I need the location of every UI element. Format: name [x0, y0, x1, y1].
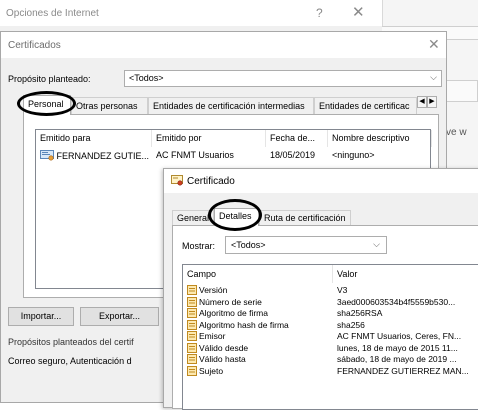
internet-options-title: Opciones de Internet [6, 8, 99, 19]
list-item[interactable]: Válido hasta sábado, 18 de mayo de 2019 .… [183, 354, 478, 365]
cell-friendly-name: <ninguno> [332, 150, 375, 160]
field-name: Algoritmo de firma [199, 308, 268, 318]
list-item[interactable]: Algoritmo de firma sha256RSA [183, 308, 478, 319]
certificate-title: Certificado [187, 176, 235, 187]
field-name: Algoritmo hash de firma [199, 319, 289, 330]
cell-issued-to: FERNANDEZ GUTIE... [56, 151, 150, 161]
chevron-down-icon: ⌵ [430, 72, 437, 82]
show-select[interactable]: <Todos> ⌵ [225, 236, 387, 254]
cell-date: 18/05/2019 [270, 150, 316, 160]
tab-general[interactable]: General [172, 210, 214, 225]
list-item[interactable]: Algoritmo hash de firma sha256 [183, 319, 478, 331]
column-header-friendly-name[interactable]: Nombre descriptivo [328, 130, 432, 147]
tab-personal[interactable]: Personal [23, 95, 71, 115]
cell-issued-by: AC FNMT Usuarios [156, 150, 234, 160]
field-value: FERNANDEZ GUTIERREZ MAN... [337, 365, 469, 376]
column-header-issued-to[interactable]: Emitido para [36, 130, 152, 147]
list-item[interactable]: Versión V3 [183, 285, 478, 296]
field-value: lunes, 18 de mayo de 2015 11... [337, 342, 458, 353]
field-icon [187, 342, 197, 353]
export-button[interactable]: Exportar... [80, 307, 159, 326]
column-header-field[interactable]: Campo [183, 265, 333, 283]
field-icon [187, 365, 197, 376]
tab-certification-path[interactable]: Ruta de certificación [259, 210, 351, 225]
field-name: Versión [199, 285, 228, 295]
tab-scroll-right-icon[interactable]: ▶ [427, 96, 437, 108]
field-icon [187, 354, 197, 364]
field-icon [187, 331, 197, 341]
purpose-select[interactable]: <Todos> ⌵ [124, 70, 442, 87]
internet-options-text-fragment: ve w [446, 127, 467, 138]
details-tab-panel: Mostrar: <Todos> ⌵ Campo Valor Versión V3… [172, 225, 478, 410]
field-value: sha256 [337, 319, 365, 330]
tab-root-authorities[interactable]: Entidades de certificac [314, 97, 417, 114]
field-icon [187, 319, 197, 330]
purposes-label: Propósitos planteados del certif [8, 337, 134, 347]
field-name: Válido desde [199, 342, 249, 353]
field-name: Sujeto [199, 365, 224, 376]
close-icon[interactable]: ✕ [352, 3, 365, 21]
tab-scroll-left-icon[interactable]: ◀ [417, 96, 427, 108]
certificates-titlebar [1, 32, 446, 58]
field-name: Válido hasta [199, 354, 246, 364]
list-item[interactable]: Sujeto FERNANDEZ GUTIERREZ MAN... [183, 365, 478, 377]
table-row[interactable]: FERNANDEZ GUTIE... [40, 150, 152, 161]
list-item[interactable]: Válido desde lunes, 18 de mayo de 2015 11… [183, 342, 478, 354]
close-icon[interactable]: ✕ [428, 36, 440, 53]
field-icon [187, 308, 197, 318]
details-list[interactable]: Campo Valor Versión V3 Número de serie 3aed… [182, 264, 478, 410]
field-value: sha256RSA [337, 308, 383, 318]
column-header-issued-by[interactable]: Emitido por [152, 130, 266, 147]
import-button[interactable]: Importar... [8, 307, 74, 326]
field-name: Emisor [199, 331, 226, 341]
field-value: V3 [337, 285, 348, 295]
field-icon [187, 296, 197, 307]
chevron-down-icon: ⌵ [373, 239, 380, 249]
list-item[interactable]: Número de serie 3aed000603534b4f5559b530.… [183, 296, 478, 308]
show-label: Mostrar: [182, 241, 216, 251]
certificate-dialog: Certificado General Detalles Ruta de cer… [163, 168, 478, 410]
field-icon [187, 285, 197, 295]
field-name: Número de serie [199, 296, 262, 307]
tab-details[interactable]: Detalles [214, 208, 259, 226]
purpose-label: Propósito planteado: [8, 74, 91, 84]
certificate-icon [40, 150, 54, 161]
field-value: sábado, 18 de mayo de 2019 ... [337, 354, 457, 364]
certificate-icon [171, 175, 183, 186]
field-value: 3aed000603534b4f5559b530... [337, 296, 456, 307]
purposes-value: Correo seguro, Autenticación d [8, 356, 132, 366]
list-item[interactable]: Emisor AC FNMT Usuarios, Ceres, FN... [183, 331, 478, 342]
column-header-value[interactable]: Valor [333, 265, 478, 283]
field-value: AC FNMT Usuarios, Ceres, FN... [337, 331, 462, 341]
certificates-title: Certificados [8, 40, 61, 51]
tab-intermediate-authorities[interactable]: Entidades de certificación intermedias [148, 97, 314, 114]
show-select-value: <Todos> [231, 240, 266, 250]
tab-other-people[interactable]: Otras personas [71, 97, 148, 114]
help-icon[interactable]: ? [316, 6, 323, 20]
purpose-select-value: <Todos> [129, 73, 164, 83]
column-header-date[interactable]: Fecha de... [266, 130, 328, 147]
